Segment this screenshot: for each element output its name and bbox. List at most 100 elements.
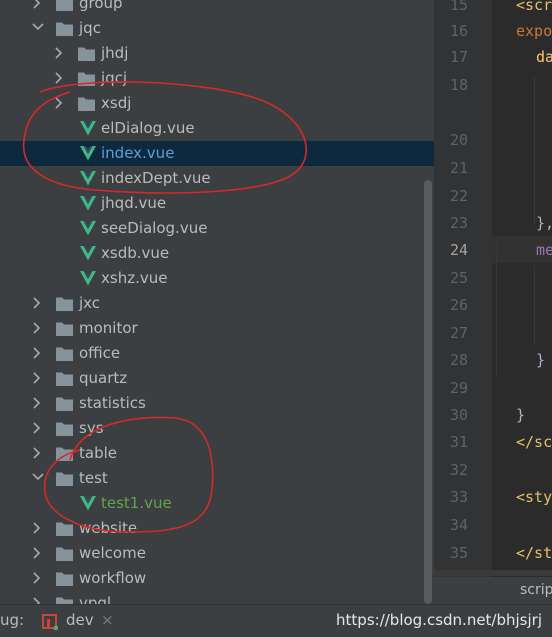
chevron-down-icon[interactable] — [32, 16, 46, 41]
chevron-right-icon[interactable] — [54, 66, 68, 91]
tree-folder-item[interactable]: sys — [0, 416, 434, 441]
tree-folder-item[interactable]: table — [0, 441, 434, 466]
tree-file-item[interactable]: test1.vue — [0, 491, 434, 516]
tree-folder-item[interactable]: welcome — [0, 541, 434, 566]
line-number: 28 — [449, 351, 468, 369]
tree-item-label: xshz.vue — [101, 269, 168, 287]
tree-folder-item[interactable]: xsdj — [0, 91, 434, 116]
tree-folder-item[interactable]: jhdj — [0, 41, 434, 66]
code-line: da — [536, 48, 552, 66]
tree-item-label: seeDialog.vue — [101, 219, 208, 237]
chevron-right-icon[interactable] — [32, 516, 46, 541]
tree-item-label: jhqd.vue — [101, 194, 167, 212]
chevron-right-icon[interactable] — [32, 391, 46, 416]
line-number: 32 — [449, 461, 468, 479]
folder-icon — [56, 0, 74, 16]
line-number: 27 — [449, 324, 468, 342]
line-number: 30 — [449, 406, 468, 424]
chevron-right-icon[interactable] — [32, 541, 46, 566]
tree-folder-item[interactable]: test — [0, 466, 434, 491]
line-number: 33 — [449, 488, 468, 506]
vue-file-icon — [80, 141, 98, 166]
line-number: 34 — [449, 516, 468, 534]
tree-item-label: jqc — [79, 19, 101, 37]
tree-file-item[interactable]: xsdb.vue — [0, 241, 434, 266]
line-number: 29 — [449, 379, 468, 397]
folder-icon — [56, 516, 74, 541]
tree-folder-item[interactable]: group — [0, 0, 434, 16]
indent-guide — [534, 265, 535, 345]
tree-file-item[interactable]: elDialog.vue — [0, 116, 434, 141]
line-number: 35 — [449, 544, 468, 562]
line-number: 26 — [449, 296, 468, 314]
indent-guide — [496, 236, 497, 376]
tree-file-item[interactable]: xshz.vue — [0, 266, 434, 291]
tree-folder-item[interactable]: workflow — [0, 566, 434, 591]
tree-file-item[interactable]: jhqd.vue — [0, 191, 434, 216]
close-icon[interactable]: × — [101, 605, 114, 635]
vue-file-icon — [80, 191, 98, 216]
tree-folder-item[interactable]: jqcj — [0, 66, 434, 91]
tree-item-label: jxc — [79, 294, 101, 312]
folder-icon — [56, 416, 74, 441]
folder-icon — [78, 91, 96, 116]
chevron-right-icon[interactable] — [54, 41, 68, 66]
chevron-right-icon[interactable] — [32, 566, 46, 591]
chevron-right-icon[interactable] — [32, 416, 46, 441]
vue-file-icon — [80, 241, 98, 266]
chevron-right-icon[interactable] — [32, 291, 46, 316]
tree-file-item[interactable]: indexDept.vue — [0, 166, 434, 191]
project-tree: group jqc jhdj jqcj xsdj elDialog.vue index.vu… — [0, 0, 434, 604]
vue-file-icon — [80, 491, 98, 516]
tree-folder-item[interactable]: quartz — [0, 366, 434, 391]
folder-icon — [56, 291, 74, 316]
folder-icon — [56, 541, 74, 566]
line-number: 21 — [449, 159, 468, 177]
chevron-right-icon[interactable] — [54, 91, 68, 116]
tree-file-item[interactable]: index.vue — [0, 141, 434, 166]
tree-item-label: welcome — [79, 544, 146, 562]
tree-item-label: xsdj — [101, 94, 132, 112]
line-number: 22 — [449, 187, 468, 205]
tree-folder-item[interactable]: website — [0, 516, 434, 541]
chevron-down-icon[interactable] — [32, 466, 46, 491]
folder-icon — [78, 66, 96, 91]
tree-folder-item[interactable]: monitor — [0, 316, 434, 341]
chevron-right-icon[interactable] — [32, 316, 46, 341]
code-line: expo — [516, 22, 552, 40]
editor-horizontal-scrollbar[interactable] — [434, 570, 552, 576]
run-config-tab-dev[interactable]: dev — [66, 605, 94, 635]
tree-item-label: xsdb.vue — [101, 244, 170, 262]
tree-folder-item[interactable]: ypgl — [0, 591, 434, 604]
chevron-right-icon[interactable] — [32, 591, 46, 604]
code-line: <scr — [516, 0, 552, 14]
tree-folder-item[interactable]: office — [0, 341, 434, 366]
line-number: 31 — [449, 433, 468, 451]
tree-item-label: workflow — [79, 569, 147, 587]
folder-icon — [56, 366, 74, 391]
tree-item-label: table — [79, 444, 117, 462]
tree-item-label: jqcj — [101, 69, 128, 87]
tree-vertical-scrollbar[interactable] — [424, 180, 432, 604]
chevron-right-icon[interactable] — [32, 341, 46, 366]
watermark: https://blog.csdn.net/bhjsjrj — [336, 611, 542, 629]
folder-icon — [56, 466, 74, 491]
tree-item-label: office — [79, 344, 121, 362]
tree-item-label: ypgl — [79, 594, 112, 604]
editor-tab-script[interactable]: scrip — [520, 577, 552, 604]
chevron-right-icon[interactable] — [32, 0, 46, 16]
code-editor[interactable]: 15 16 17 18 20 21 22 23 24 25 26 27 28 29 30 31 32 33 34 35… — [434, 0, 552, 604]
line-number: 18 — [449, 76, 468, 94]
vue-file-icon — [80, 266, 98, 291]
chevron-right-icon[interactable] — [32, 366, 46, 391]
tree-folder-item[interactable]: jqc — [0, 16, 434, 41]
tree-item-label: quartz — [79, 369, 128, 387]
tree-file-item[interactable]: seeDialog.vue — [0, 216, 434, 241]
chevron-right-icon[interactable] — [32, 441, 46, 466]
line-gutter: 15 16 17 18 20 21 22 23 24 25 26 27 28 29 30 31 32 33 34 35 — [434, 0, 492, 604]
debug-label: ug: — [0, 611, 25, 629]
tree-folder-item[interactable]: jxc — [0, 291, 434, 316]
tree-folder-item[interactable]: statistics — [0, 391, 434, 416]
tree-item-label: test1.vue — [101, 494, 172, 512]
folder-icon — [56, 341, 74, 366]
